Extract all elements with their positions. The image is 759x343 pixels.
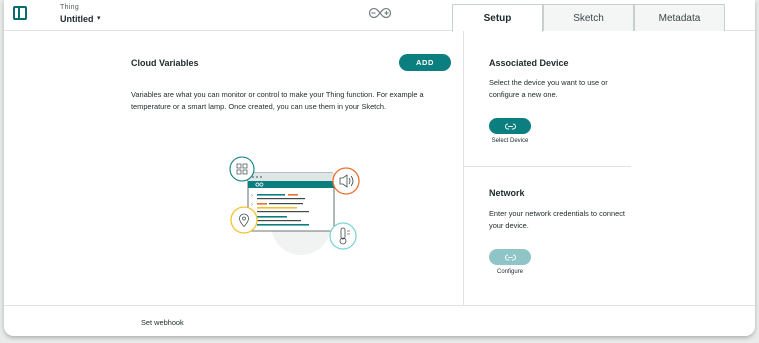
panel-divider: [463, 31, 464, 305]
thing-label: Thing: [60, 4, 80, 11]
set-webhook-link[interactable]: Set webhook: [141, 318, 184, 327]
cloud-variables-description: Variables are what you can monitor or co…: [131, 90, 424, 111]
svg-text:›: ›: [251, 193, 253, 199]
top-bar: Thing Untitled ▾ Setup Sketch Metadata: [4, 0, 755, 32]
tab-bar: Setup Sketch Metadata: [452, 4, 725, 32]
network-title: Network: [489, 188, 525, 198]
cloud-variables-title: Cloud Variables: [131, 58, 199, 68]
arduino-logo-icon: [368, 7, 392, 19]
cloud-variables-illustration: › › ›: [229, 156, 360, 255]
tab-setup[interactable]: Setup: [452, 4, 543, 32]
select-device-button[interactable]: [489, 118, 531, 134]
configure-network-button[interactable]: [489, 249, 531, 265]
associated-device-description: Select the device you want to use or con…: [489, 78, 608, 99]
section-divider: [464, 166, 631, 167]
app-window: Thing Untitled ▾ Setup Sketch Metadata C…: [4, 0, 755, 336]
svg-text:›: ›: [251, 202, 253, 208]
tab-sketch[interactable]: Sketch: [543, 4, 634, 31]
configure-label: Configure: [496, 269, 523, 275]
chevron-down-icon[interactable]: ▾: [97, 14, 101, 22]
link-icon: [504, 123, 516, 129]
associated-device-title: Associated Device: [489, 58, 569, 68]
footer-bar: Set webhook: [4, 305, 755, 336]
network-description: Enter your network credentials to connec…: [489, 209, 625, 230]
tab-metadata[interactable]: Metadata: [634, 4, 725, 31]
thing-name-dropdown[interactable]: Untitled: [60, 14, 94, 24]
link-icon: [504, 254, 516, 260]
add-variable-button[interactable]: ADD: [399, 54, 451, 71]
select-device-label: Select Device: [491, 138, 529, 144]
sidebar-toggle-icon[interactable]: [13, 6, 27, 20]
